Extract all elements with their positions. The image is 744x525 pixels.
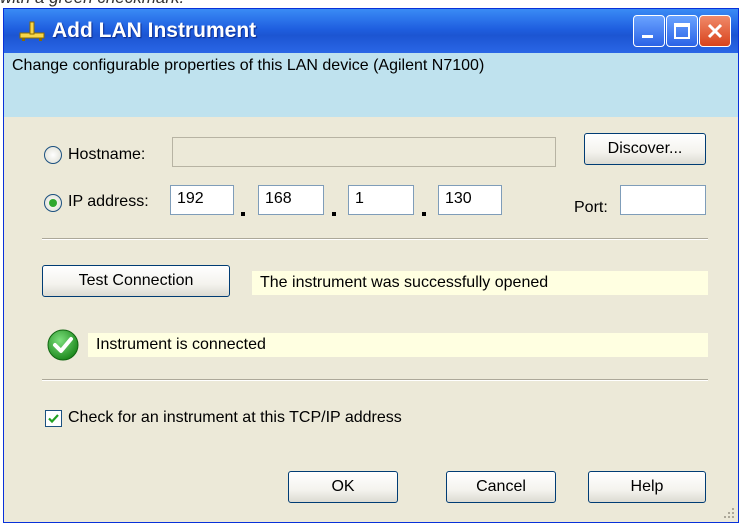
add-lan-instrument-dialog: Add LAN Instrument Change configurable p… — [3, 8, 739, 523]
dialog-title: Add LAN Instrument — [52, 19, 257, 42]
maximize-button[interactable] — [666, 15, 698, 47]
resize-grip-icon[interactable] — [722, 506, 736, 520]
close-button[interactable] — [699, 15, 731, 47]
close-icon — [707, 23, 723, 39]
ip-address-radio[interactable] — [44, 194, 62, 212]
ip-dot-separator — [422, 212, 426, 216]
ip-octet-1-field[interactable]: 192 — [170, 185, 234, 215]
green-checkmark-icon — [47, 329, 79, 361]
check-tcpip-label: Check for an instrument at this TCP/IP a… — [68, 409, 402, 426]
title-bar[interactable]: Add LAN Instrument — [4, 9, 738, 53]
cancel-button[interactable]: Cancel — [446, 471, 556, 503]
ip-octet-2-field[interactable]: 168 — [258, 185, 324, 215]
page-caption: with a green checkmark. — [0, 0, 184, 8]
description-banner: Change configurable properties of this L… — [4, 53, 738, 117]
hostname-radio[interactable] — [44, 146, 62, 164]
instrument-app-icon — [19, 21, 45, 41]
port-label: Port: — [574, 199, 608, 216]
help-button[interactable]: Help — [588, 471, 706, 503]
test-result-message: The instrument was successfully opened — [252, 271, 708, 295]
ip-dot-separator — [241, 212, 245, 216]
ip-address-label: IP address: — [68, 193, 149, 210]
radio-selected-dot — [49, 199, 57, 207]
ip-dot-separator — [332, 212, 336, 216]
hostname-field[interactable] — [172, 137, 556, 167]
test-connection-button[interactable]: Test Connection — [42, 265, 230, 297]
port-field[interactable] — [620, 185, 706, 215]
ok-button[interactable]: OK — [288, 471, 398, 503]
connection-status-message: Instrument is connected — [88, 333, 708, 357]
separator — [42, 379, 708, 381]
check-tcpip-checkbox[interactable] — [45, 410, 62, 427]
ip-octet-3-field[interactable]: 1 — [348, 185, 414, 215]
ip-octet-4-field[interactable]: 130 — [438, 185, 502, 215]
minimize-button[interactable] — [633, 15, 665, 47]
checkmark-icon — [48, 414, 59, 424]
discover-button[interactable]: Discover... — [584, 133, 706, 165]
hostname-label: Hostname: — [68, 146, 146, 163]
maximize-icon — [674, 23, 690, 39]
minimize-icon — [642, 35, 653, 38]
separator — [42, 238, 708, 240]
dialog-description: Change configurable properties of this L… — [12, 57, 485, 74]
